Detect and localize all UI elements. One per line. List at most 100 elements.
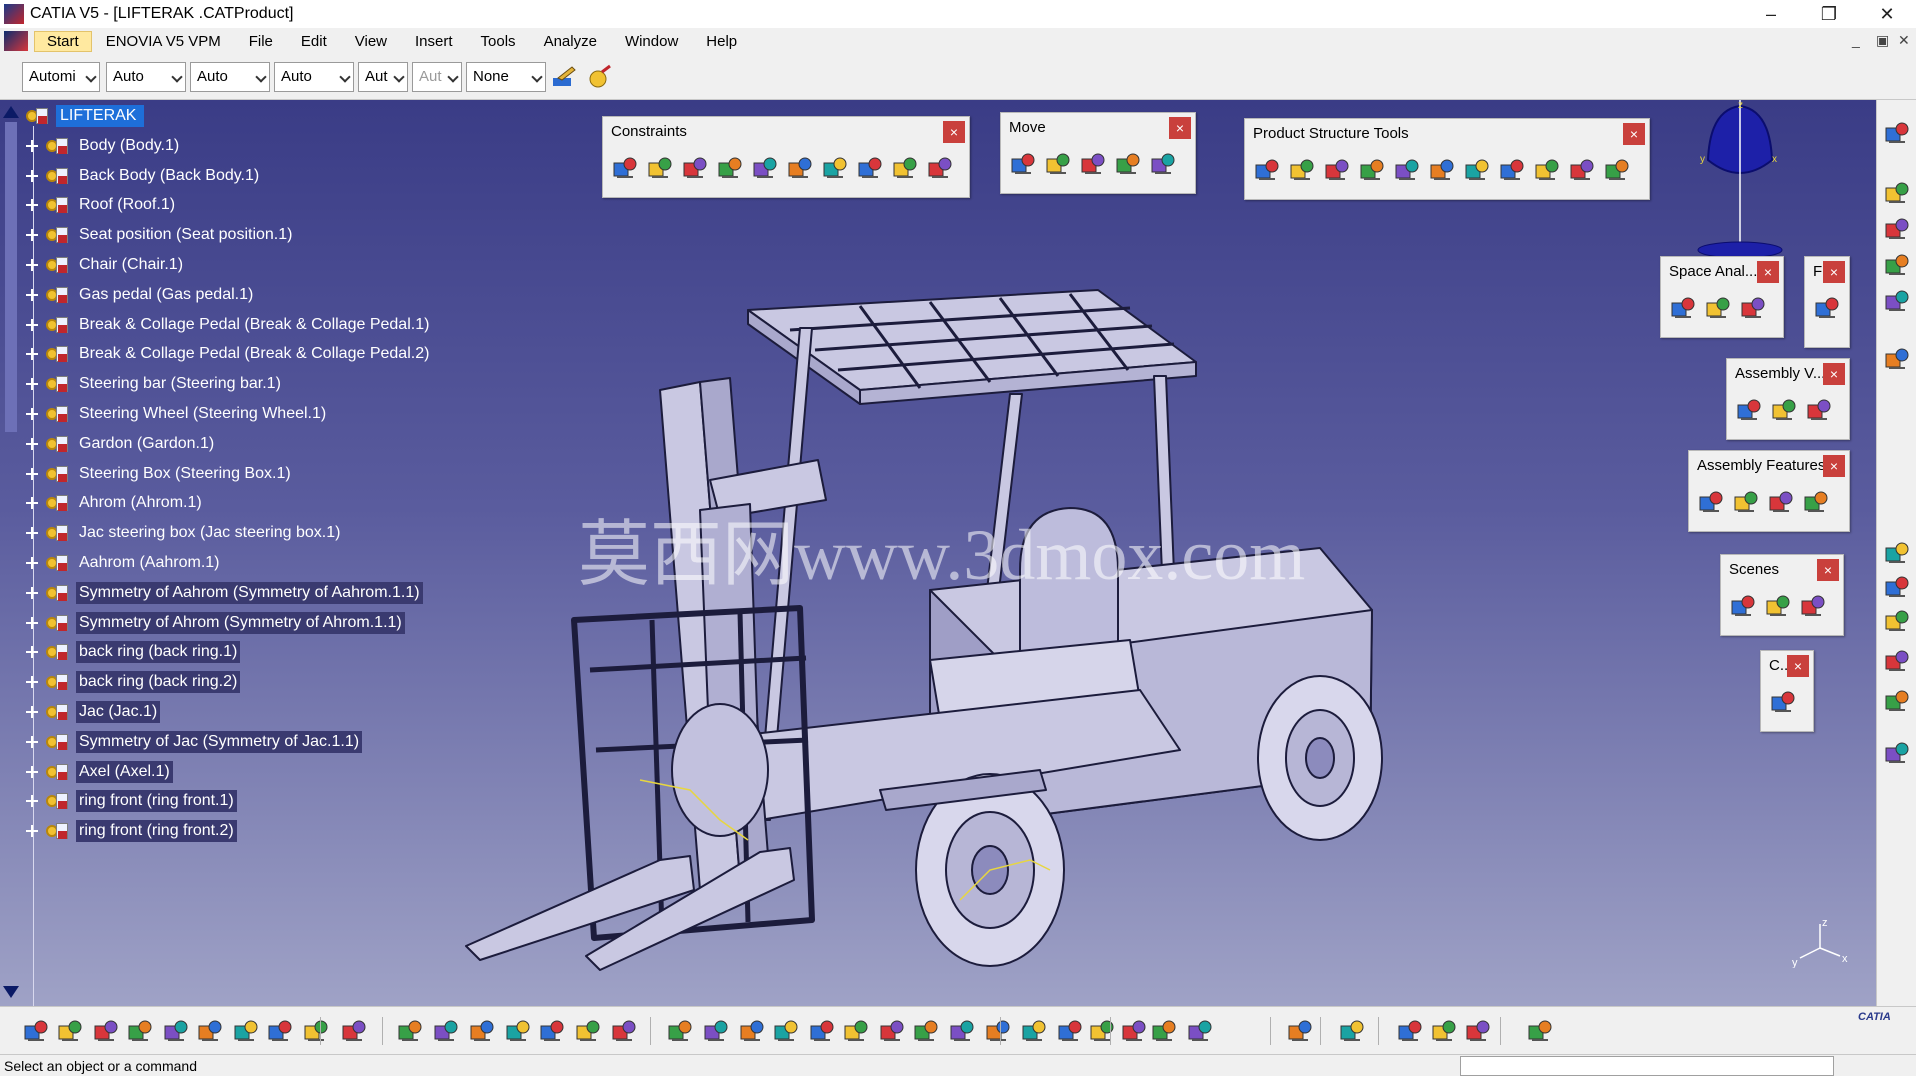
fly-mode-icon[interactable] bbox=[666, 1018, 694, 1044]
expand-plus-icon[interactable] bbox=[26, 586, 38, 599]
tree-scrollbar[interactable] bbox=[0, 100, 22, 1006]
expand-plus-icon[interactable] bbox=[26, 676, 38, 689]
part-icon[interactable] bbox=[1883, 252, 1911, 278]
toolbar-move-close-button[interactable]: × bbox=[1169, 117, 1191, 139]
tree-node[interactable]: back ring (back ring.1) bbox=[26, 637, 241, 667]
normal-view-icon[interactable] bbox=[878, 1018, 906, 1044]
combo-layer[interactable]: None bbox=[466, 62, 546, 92]
knowledge-icon[interactable] bbox=[432, 1018, 460, 1044]
tree-node[interactable]: Break & Collage Pedal (Break & Collage P… bbox=[26, 310, 432, 340]
explode-icon[interactable] bbox=[1114, 151, 1142, 177]
existing-component-icon[interactable] bbox=[1253, 157, 1281, 183]
tree-node[interactable]: ring front (ring front.1) bbox=[26, 786, 237, 816]
restore-button[interactable]: ❐ bbox=[1800, 0, 1858, 28]
distance-band-icon[interactable] bbox=[1739, 295, 1767, 321]
combo-color[interactable]: Automi bbox=[22, 62, 100, 92]
graphic-properties-icon[interactable] bbox=[586, 64, 614, 90]
combo-line-thickness[interactable]: Auto bbox=[190, 62, 270, 92]
tree-root-node[interactable]: LIFTERAK bbox=[24, 101, 145, 131]
tree-node[interactable]: Chair (Chair.1) bbox=[26, 250, 186, 280]
hide-show-icon[interactable] bbox=[1020, 1018, 1048, 1044]
manipulation-icon[interactable] bbox=[1009, 151, 1037, 177]
tree-node[interactable]: Break & Collage Pedal (Break & Collage P… bbox=[26, 339, 432, 369]
expand-plus-icon[interactable] bbox=[26, 706, 38, 718]
tree-node[interactable]: Jac (Jac.1) bbox=[26, 697, 161, 727]
save-icon[interactable] bbox=[92, 1018, 120, 1044]
expand-plus-icon[interactable] bbox=[26, 437, 38, 450]
power-input-field[interactable] bbox=[1460, 1056, 1834, 1076]
combo-line-type[interactable]: Auto bbox=[274, 62, 354, 92]
tree-node[interactable]: Back Body (Back Body.1) bbox=[26, 161, 262, 191]
menu-help[interactable]: Help bbox=[692, 33, 751, 50]
hole-icon[interactable] bbox=[1732, 489, 1760, 515]
fix-together-icon[interactable] bbox=[786, 155, 814, 181]
swap-space-icon[interactable] bbox=[1056, 1018, 1084, 1044]
clash-icon[interactable] bbox=[1669, 295, 1697, 321]
expand-plus-icon[interactable] bbox=[26, 735, 38, 748]
print-icon[interactable] bbox=[126, 1018, 154, 1044]
tree-node[interactable]: Roof (Roof.1) bbox=[26, 190, 178, 220]
tree-scroll-up-icon[interactable] bbox=[3, 106, 19, 118]
tree-node[interactable]: Symmetry of Ahrom (Symmetry of Ahrom.1.1… bbox=[26, 608, 405, 638]
expand-plus-icon[interactable] bbox=[26, 557, 38, 569]
zoom-out-icon[interactable] bbox=[842, 1018, 870, 1044]
copy-icon[interactable] bbox=[196, 1018, 224, 1044]
expand-plus-icon[interactable] bbox=[26, 467, 38, 480]
redo-icon[interactable] bbox=[302, 1018, 330, 1044]
combo-point-type[interactable]: Aut bbox=[358, 62, 408, 92]
menu-window[interactable]: Window bbox=[611, 33, 692, 50]
replace-component-icon[interactable] bbox=[1393, 157, 1421, 183]
measure-between-icon[interactable] bbox=[1883, 540, 1911, 566]
expand-plus-icon[interactable] bbox=[26, 408, 38, 420]
angle-constraint-icon[interactable] bbox=[716, 155, 744, 181]
cursor-icon[interactable] bbox=[1813, 295, 1841, 321]
coincidence-constraint-icon[interactable] bbox=[611, 155, 639, 181]
tree-node[interactable]: Aahrom (Aahrom.1) bbox=[26, 548, 223, 578]
expand-plus-icon[interactable] bbox=[26, 527, 38, 540]
tree-scroll-down-icon[interactable] bbox=[3, 986, 19, 998]
undo-icon[interactable] bbox=[266, 1018, 294, 1044]
tree-expand-icon[interactable] bbox=[1883, 180, 1911, 206]
table-icon[interactable] bbox=[504, 1018, 532, 1044]
render-style-icon[interactable] bbox=[984, 1018, 1012, 1044]
tree-node[interactable]: Steering bar (Steering bar.1) bbox=[26, 369, 284, 399]
mdi-minimize-button[interactable]: _ bbox=[1852, 32, 1860, 48]
ungroup-icon[interactable] bbox=[1186, 1018, 1214, 1044]
expand-plus-icon[interactable] bbox=[26, 139, 38, 152]
expand-plus-icon[interactable] bbox=[26, 646, 38, 659]
expand-plus-icon[interactable] bbox=[26, 795, 38, 808]
open-icon[interactable] bbox=[56, 1018, 84, 1044]
tree-node[interactable]: Jac steering box (Jac steering box.1) bbox=[26, 518, 343, 548]
new-part-icon[interactable] bbox=[1358, 157, 1386, 183]
formula-icon[interactable] bbox=[396, 1018, 424, 1044]
insert-new-version-icon[interactable] bbox=[1735, 397, 1763, 423]
toolbar-constraints-close-button[interactable]: × bbox=[943, 121, 965, 143]
product-workbench-icon[interactable] bbox=[1883, 120, 1911, 146]
publish-icon[interactable] bbox=[1338, 1018, 1366, 1044]
tree-node[interactable]: Symmetry of Aahrom (Symmetry of Aahrom.1… bbox=[26, 578, 423, 608]
tree-node[interactable]: Axel (Axel.1) bbox=[26, 757, 173, 787]
grid-icon[interactable] bbox=[1526, 1018, 1554, 1044]
tree-node[interactable]: Gardon (Gardon.1) bbox=[26, 429, 217, 459]
toolbar-space-analysis-close-button[interactable]: × bbox=[1757, 261, 1779, 283]
expand-plus-icon[interactable] bbox=[26, 288, 38, 301]
distance-icon[interactable] bbox=[1396, 1018, 1424, 1044]
tree-node[interactable]: Symmetry of Jac (Symmetry of Jac.1.1) bbox=[26, 727, 363, 757]
multi-view-icon[interactable] bbox=[912, 1018, 940, 1044]
iso-view-icon[interactable] bbox=[948, 1018, 976, 1044]
fix-component-icon[interactable] bbox=[751, 155, 779, 181]
contact-constraint-icon[interactable] bbox=[646, 155, 674, 181]
thread-icon[interactable] bbox=[1464, 1018, 1492, 1044]
tree-node[interactable]: Body (Body.1) bbox=[26, 131, 182, 161]
tree-node[interactable]: back ring (back ring.2) bbox=[26, 667, 241, 697]
expand-plus-icon[interactable] bbox=[26, 199, 38, 212]
compare-product-icon[interactable] bbox=[1770, 397, 1798, 423]
expand-plus-icon[interactable] bbox=[26, 229, 38, 242]
tools-options-icon[interactable] bbox=[1088, 1018, 1116, 1044]
expand-plus-icon[interactable] bbox=[26, 318, 38, 331]
measure-item-icon[interactable] bbox=[1883, 648, 1911, 674]
offset-constraint-icon[interactable] bbox=[681, 155, 709, 181]
expand-plus-icon[interactable] bbox=[26, 825, 38, 838]
mdi-restore-button[interactable]: ▣ bbox=[1876, 32, 1889, 49]
expand-plus-icon[interactable] bbox=[26, 497, 38, 510]
